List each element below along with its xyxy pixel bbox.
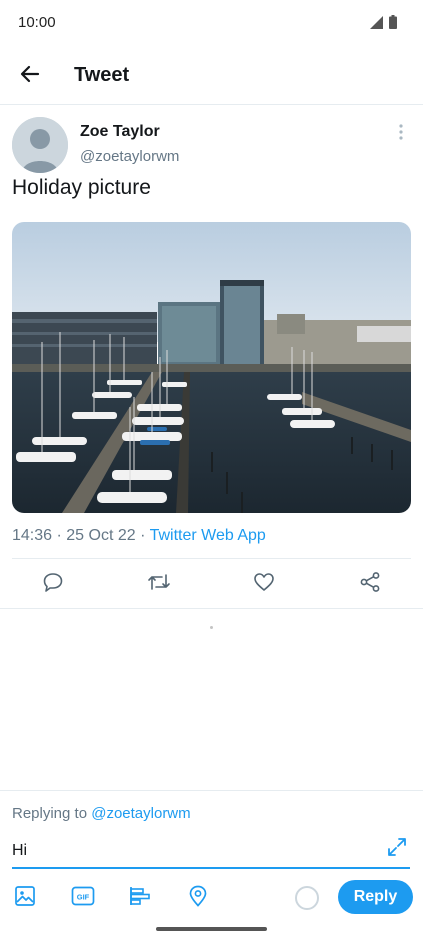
- like-button[interactable]: [252, 572, 276, 596]
- retweet-icon: [147, 571, 171, 598]
- top-app-bar: Tweet: [0, 48, 423, 105]
- signal-icon: [370, 15, 383, 34]
- share-button[interactable]: [358, 571, 382, 598]
- avatar[interactable]: [12, 117, 68, 173]
- author-name[interactable]: Zoe Taylor: [80, 123, 160, 141]
- reply-composer: Replying to @zoetaylorwm GIF Reply: [0, 790, 423, 943]
- replying-to-label: Replying to @zoetaylorwm: [12, 805, 191, 822]
- replying-prefix: Replying to: [12, 805, 88, 822]
- character-count-indicator: [295, 886, 319, 910]
- gif-icon: GIF: [71, 886, 95, 911]
- expand-icon: [386, 836, 408, 863]
- svg-text:GIF: GIF: [77, 892, 90, 901]
- share-icon: [359, 571, 381, 598]
- back-button[interactable]: [14, 60, 46, 92]
- expand-composer-button[interactable]: [385, 837, 409, 861]
- tweet-time: 14:36: [12, 527, 53, 544]
- harbor-marina-photo: [12, 222, 411, 513]
- status-bar: 10:00: [0, 0, 423, 46]
- location-icon: [188, 885, 208, 912]
- divider: [12, 558, 411, 559]
- retweet-button[interactable]: [147, 572, 171, 596]
- add-gif-button[interactable]: GIF: [70, 885, 96, 911]
- add-poll-button[interactable]: [127, 885, 153, 911]
- meta-separator: ·: [140, 527, 146, 544]
- battery-icon: [389, 15, 397, 34]
- poll-icon: [128, 885, 152, 912]
- arrow-left-icon: [20, 64, 40, 89]
- meta-separator: ·: [56, 527, 62, 544]
- reply-button[interactable]: Reply: [338, 880, 413, 914]
- add-location-button[interactable]: [185, 885, 211, 911]
- reply-button[interactable]: [41, 572, 65, 596]
- divider: [0, 608, 423, 609]
- status-time: 10:00: [18, 14, 56, 31]
- tweet-metadata: 14:36 · 25 Oct 22 · Twitter Web App: [12, 527, 266, 545]
- loading-indicator: [210, 626, 213, 629]
- input-underline: [12, 867, 410, 869]
- tweet-text: Holiday picture: [12, 176, 151, 199]
- reply-input[interactable]: [12, 839, 372, 863]
- tweet-date: 25 Oct 22: [66, 527, 136, 544]
- more-options-button[interactable]: [391, 123, 411, 145]
- tweet-actions: [0, 560, 423, 608]
- author-handle[interactable]: @zoetaylorwm: [80, 148, 179, 165]
- add-image-button[interactable]: [12, 885, 38, 911]
- like-icon: [253, 571, 275, 598]
- tweet-image[interactable]: [12, 222, 411, 513]
- replying-handle-link[interactable]: @zoetaylorwm: [91, 805, 190, 822]
- gesture-navigation-handle[interactable]: [156, 927, 267, 931]
- more-vertical-icon: [399, 123, 403, 145]
- image-icon: [14, 885, 36, 912]
- status-icons: [370, 15, 397, 34]
- page-title: Tweet: [74, 64, 130, 86]
- tweet-source-link[interactable]: Twitter Web App: [150, 527, 266, 544]
- reply-icon: [42, 571, 64, 598]
